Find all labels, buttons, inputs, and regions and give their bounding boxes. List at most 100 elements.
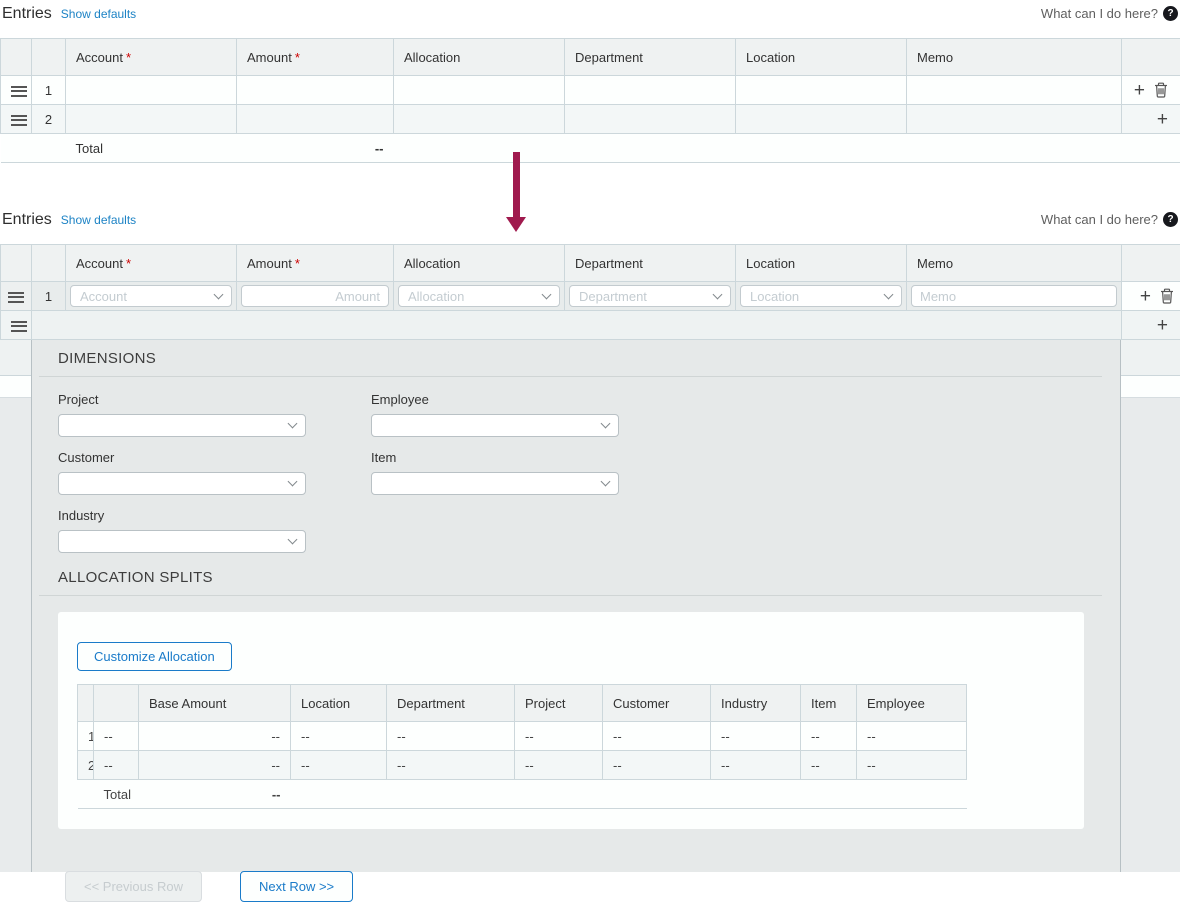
location-placeholder: Location [750,289,799,304]
location-cell[interactable] [736,105,907,134]
row-navigation: << Previous Row Next Row >> [65,871,1102,902]
employee-cell: -- [857,722,967,751]
department-cell[interactable] [565,76,736,105]
customize-allocation-button[interactable]: Customize Allocation [77,642,232,671]
expanded-row-region: DIMENSIONS Project Employee Customer [0,340,1180,872]
department-cell[interactable] [565,105,736,134]
help-area: What can I do here? ? [1041,6,1178,21]
industry-column-header: Industry [711,685,801,722]
row-number: 2 [32,105,66,134]
table-row: + [1,311,1180,340]
delete-row-icon[interactable] [1160,288,1174,304]
split-cell: -- [94,751,139,780]
required-asterisk: * [126,256,131,271]
table-row: 1 + [1,76,1180,105]
amount-column-header: Amount* [237,245,394,282]
memo-cell[interactable] [907,76,1122,105]
chevron-down-icon [601,419,611,429]
chevron-down-icon [288,477,298,487]
row-number: 1 [32,282,66,311]
total-label: Total [94,780,139,809]
item-column-header: Item [801,685,857,722]
customer-cell: -- [603,722,711,751]
project-label: Project [58,392,371,407]
customer-select[interactable] [58,472,306,495]
help-icon[interactable]: ? [1163,212,1178,227]
employee-cell: -- [857,751,967,780]
add-row-icon[interactable]: + [1134,81,1145,100]
allocation-cell[interactable] [394,76,565,105]
help-label: What can I do here? [1041,6,1158,21]
drag-handle-cell[interactable] [1,311,32,340]
drag-handle-cell[interactable] [1,76,32,105]
total-spacer [78,780,94,809]
help-icon[interactable]: ? [1163,6,1178,21]
department-column-header: Department [565,39,736,76]
actions-cell: + [1122,282,1180,311]
drag-column-header [1,39,32,76]
header-row: Account* Amount* Allocation Department L… [1,245,1180,282]
department-cell: -- [387,751,515,780]
account-cell[interactable] [66,105,237,134]
amount-input[interactable] [241,285,389,307]
header-row: Base Amount Location Department Project … [78,685,967,722]
location-column-header: Location [736,245,907,282]
drag-handle-cell[interactable] [1,105,32,134]
total-row: Total -- [1,134,1180,163]
amount-cell[interactable] [237,105,394,134]
num-column-header [32,245,66,282]
project-field: Project [58,392,371,437]
total-spacer [1,134,66,163]
account-select[interactable]: Account [70,285,232,307]
customer-field: Customer [58,450,371,495]
memo-input[interactable] [911,285,1117,307]
amount-cell [237,282,394,311]
location-column-header: Location [291,685,387,722]
allocation-column-header: Allocation [394,39,565,76]
chevron-down-icon [884,289,894,299]
project-select[interactable] [58,414,306,437]
total-spacer [291,780,967,809]
actions-cell: + [1122,311,1180,340]
employee-label: Employee [371,392,684,407]
add-row-icon[interactable]: + [1157,316,1168,335]
department-placeholder: Department [579,289,647,304]
location-select[interactable]: Location [740,285,902,307]
total-row: Total -- [78,780,967,809]
allocation-cell[interactable] [394,105,565,134]
industry-cell: -- [711,722,801,751]
previous-row-button[interactable]: << Previous Row [65,871,202,902]
location-cell: -- [291,722,387,751]
account-cell[interactable] [66,76,237,105]
show-defaults-link[interactable]: Show defaults [61,7,136,21]
employee-select[interactable] [371,414,619,437]
show-defaults-link[interactable]: Show defaults [61,213,136,227]
total-spacer [394,134,1180,163]
chevron-down-icon [601,477,611,487]
required-asterisk: * [126,50,131,65]
help-area: What can I do here? ? [1041,212,1178,227]
item-select[interactable] [371,472,619,495]
allocation-select[interactable]: Allocation [398,285,560,307]
account-placeholder: Account [80,289,127,304]
add-row-icon[interactable]: + [1157,110,1168,129]
delete-row-icon[interactable] [1154,82,1168,98]
drag-handle-icon [8,292,24,303]
next-row-button[interactable]: Next Row >> [240,871,353,902]
actions-cell: + [1122,105,1180,134]
memo-cell[interactable] [907,105,1122,134]
industry-label: Industry [58,508,371,523]
employee-field: Employee [371,392,684,437]
allocation-column-header: Allocation [394,245,565,282]
department-column-header: Department [387,685,515,722]
add-row-icon[interactable]: + [1140,287,1151,306]
department-column-header: Department [565,245,736,282]
base-amount-cell: -- [139,722,291,751]
drag-handle-cell[interactable] [1,282,32,311]
industry-select[interactable] [58,530,306,553]
num-column-header [32,39,66,76]
location-cell[interactable] [736,76,907,105]
amount-cell[interactable] [237,76,394,105]
department-select[interactable]: Department [569,285,731,307]
row-number: 1 [78,722,94,751]
